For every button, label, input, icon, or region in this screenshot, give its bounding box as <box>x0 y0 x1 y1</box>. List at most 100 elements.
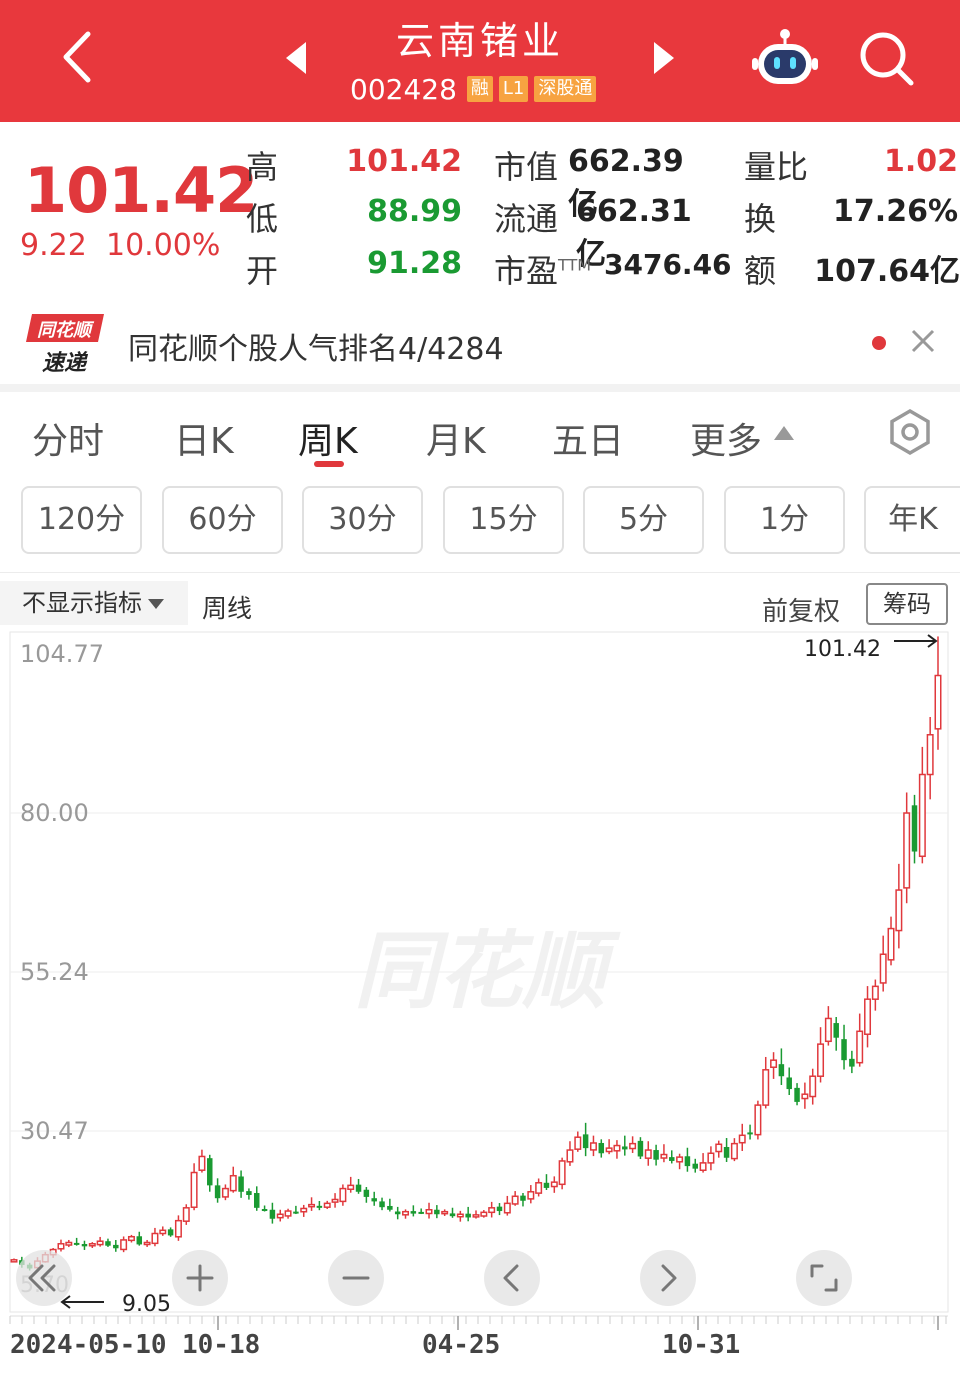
rewind-button[interactable] <box>16 1250 72 1306</box>
min-price-label: 9.05 <box>122 1292 171 1317</box>
candle-body-up <box>809 1075 817 1098</box>
watermark: 同花顺 <box>354 922 621 1020</box>
next-stock-icon[interactable] <box>652 40 676 76</box>
period-30min[interactable]: 30分 <box>302 486 423 554</box>
low-value: 88.99 <box>367 194 462 229</box>
candle-body-up <box>96 1240 104 1246</box>
adjust-mode-button[interactable]: 前复权 <box>762 591 840 628</box>
tag-level1: L1 <box>498 76 529 102</box>
max-price-label: 101.42 <box>804 637 881 662</box>
candle-body-up <box>770 1059 778 1068</box>
chips-button[interactable]: 筹码 <box>866 583 948 625</box>
candle-body-up <box>887 927 895 961</box>
candle-body-down <box>73 1242 80 1245</box>
popularity-notice[interactable]: 同花顺 速递 同花顺个股人气排名4/4284 <box>0 300 960 384</box>
candle-body-down <box>747 1132 753 1135</box>
candle-body-down <box>637 1140 644 1157</box>
candle-body-up <box>817 1043 825 1077</box>
zoom-in-button[interactable] <box>172 1250 228 1306</box>
candle-body-up <box>605 1147 613 1153</box>
candle-body-up <box>198 1155 206 1171</box>
next-button[interactable] <box>640 1250 696 1306</box>
candle-body-down <box>246 1191 252 1195</box>
candle-body-up <box>88 1243 96 1247</box>
y-tick-label: 80.00 <box>20 799 89 827</box>
tab-monthly-k[interactable]: 月K <box>426 412 486 464</box>
candle-body-up <box>801 1093 809 1100</box>
candle-body-up <box>699 1162 707 1171</box>
logo-text-top: 同花顺 <box>37 320 95 341</box>
back-arrow-icon[interactable] <box>52 22 112 92</box>
candle-body-up <box>182 1207 190 1222</box>
robot-assistant-icon[interactable] <box>752 26 818 88</box>
tag-connect: 深股通 <box>534 76 597 102</box>
candle-body-down <box>316 1205 323 1208</box>
candle-body-up <box>676 1156 684 1163</box>
candle-body-down <box>167 1229 174 1236</box>
tab-intraday[interactable]: 分时 <box>32 412 104 464</box>
candle-body-up <box>566 1149 574 1163</box>
stock-name: 云南锗业 <box>395 19 564 63</box>
candle-body-down <box>379 1201 385 1208</box>
candle-body-up <box>574 1136 582 1150</box>
period-1min[interactable]: 1分 <box>724 486 845 554</box>
candle-body-down <box>786 1077 792 1090</box>
candle-body-down <box>582 1134 589 1149</box>
candle-body-down <box>465 1213 471 1218</box>
candle-body-down <box>387 1205 393 1210</box>
tab-five-day[interactable]: 五日 <box>552 412 624 464</box>
zoom-out-button[interactable] <box>328 1250 384 1306</box>
candle-body-down <box>293 1211 299 1214</box>
candle-body-down <box>496 1206 503 1212</box>
settings-gear-icon[interactable] <box>886 408 934 456</box>
period-15min[interactable]: 15分 <box>443 486 564 554</box>
high-label: 高 <box>246 148 279 186</box>
tag-margin: 融 <box>466 76 493 102</box>
pe-ttm-sup: TTM <box>558 255 592 275</box>
candle-body-up <box>308 1203 316 1208</box>
candle-body-down <box>355 1184 362 1192</box>
fullscreen-button[interactable] <box>796 1250 852 1306</box>
period-5min[interactable]: 5分 <box>583 486 704 554</box>
close-icon[interactable] <box>908 326 938 356</box>
period-60min[interactable]: 60分 <box>162 486 283 554</box>
indicator-dropdown[interactable]: 不显示指标 <box>0 581 188 625</box>
period-yearly-k[interactable]: 年K <box>864 486 960 554</box>
candle-body-up <box>918 773 926 858</box>
candle-body-down <box>207 1158 213 1186</box>
candle-body-down <box>81 1244 88 1247</box>
tab-daily-k[interactable]: 日K <box>174 412 234 464</box>
candle-body-up <box>10 1259 18 1263</box>
ths-express-logo: 同花顺 速递 <box>26 314 104 376</box>
candle-body-down <box>410 1211 417 1214</box>
pe-label-text: 市盈 <box>494 252 559 290</box>
tab-more[interactable]: 更多 <box>690 412 762 464</box>
previous-stock-icon[interactable] <box>284 40 308 76</box>
price-change: 9.22 <box>20 228 87 263</box>
prev-button[interactable] <box>484 1250 540 1306</box>
candle-body-up <box>707 1152 715 1164</box>
candle-body-up <box>762 1069 770 1106</box>
candle-body-down <box>598 1142 605 1154</box>
candle-body-up <box>159 1229 167 1235</box>
turnover-label: 换 <box>744 200 777 238</box>
candle-body-up <box>441 1210 449 1215</box>
candle-body-up <box>229 1174 237 1192</box>
candle-body-down <box>254 1193 260 1208</box>
period-120min[interactable]: 120分 <box>21 486 142 554</box>
weekly-k-chart[interactable]: 同花顺104.7780.0055.2430.475.70101.429.05 <box>0 630 960 1373</box>
candle-body-up <box>895 889 903 932</box>
candle-body-down <box>794 1087 800 1102</box>
search-icon[interactable] <box>856 28 916 88</box>
candle-body-up <box>715 1143 723 1153</box>
caret-up-icon[interactable] <box>772 424 796 442</box>
candle-body-up <box>221 1187 229 1198</box>
candle-body-up <box>276 1213 284 1219</box>
candle-body-down <box>261 1209 268 1212</box>
tab-weekly-k[interactable]: 周K <box>298 412 358 464</box>
turnover-value: 17.26% <box>833 194 958 229</box>
candle-body-up <box>300 1207 308 1213</box>
unread-dot <box>872 336 886 350</box>
x-tick-0: 2024-05-10 <box>10 1330 167 1360</box>
stock-code: 002428 <box>350 72 457 106</box>
